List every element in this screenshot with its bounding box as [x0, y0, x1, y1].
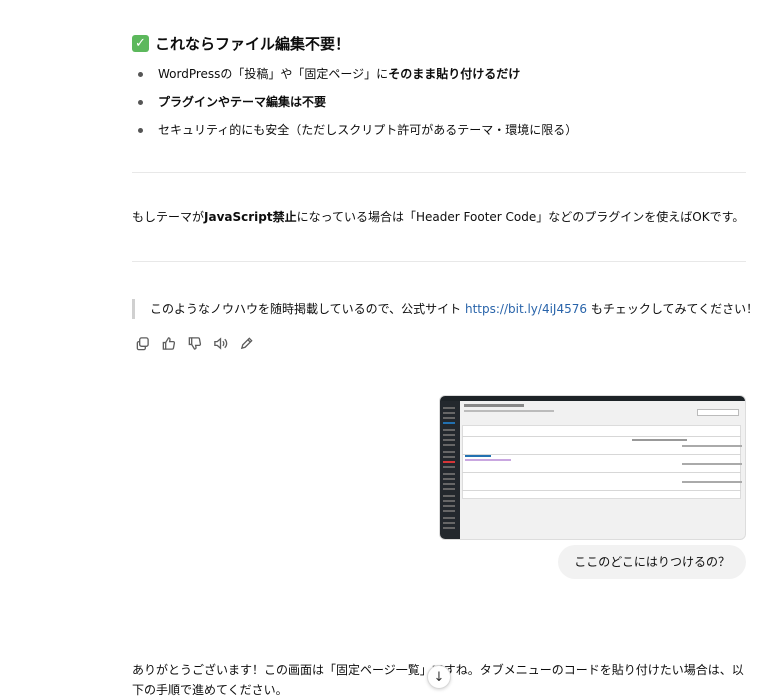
scroll-down-button[interactable]: ↓	[427, 665, 451, 689]
uploaded-screenshot[interactable]	[439, 395, 746, 540]
edit-button[interactable]	[236, 334, 256, 352]
section-heading: ✓ これならファイル編集不要！	[132, 32, 746, 54]
edit-icon	[240, 336, 253, 349]
list-item: プラグインやテーマ編集は不要	[132, 88, 746, 116]
copy-icon	[136, 336, 149, 350]
bad-response-button[interactable]	[184, 334, 204, 352]
list-item-text: セキュリティ的にも安全（ただしスクリプト許可があるテーマ・環境に限る）	[158, 123, 578, 137]
quote-text-end: もチェックしてみてください！	[587, 302, 759, 316]
note-text: もしテーマが	[132, 210, 205, 224]
blockquote: このようなノウハウを随時掲載しているので、公式サイト https://bit.l…	[132, 299, 758, 319]
note-bold: JavaScript禁止	[204, 210, 297, 224]
copy-button[interactable]	[132, 334, 152, 352]
thumbs-up-icon	[162, 336, 175, 350]
arrow-down-icon: ↓	[433, 669, 445, 685]
list-item-bold: そのまま貼り付けるだけ	[388, 67, 521, 81]
admin-sidebar	[440, 401, 460, 539]
thumbs-down-icon	[188, 336, 201, 350]
read-aloud-icon	[213, 336, 227, 350]
feature-list: WordPressの「投稿」や「固定ページ」にそのまま貼り付けるだけ プラグイン…	[132, 60, 746, 144]
user-message-bubble: ここのどこにはりつけるの？	[558, 545, 746, 579]
note-paragraph: もしテーマがJavaScript禁止になっている場合は「Header Foote…	[132, 208, 752, 226]
list-item-text: WordPressの「投稿」や「固定ページ」に	[158, 67, 389, 81]
divider	[132, 261, 746, 262]
list-item: WordPressの「投稿」や「固定ページ」にそのまま貼り付けるだけ	[132, 60, 746, 88]
message-actions	[132, 334, 256, 352]
section-heading-text: これならファイル編集不要！	[155, 34, 351, 53]
read-aloud-button[interactable]	[210, 334, 230, 352]
note-text-end: になっている場合は「Header Footer Code」などのプラグインを使え…	[296, 210, 745, 224]
list-item: セキュリティ的にも安全（ただしスクリプト許可があるテーマ・環境に限る）	[132, 116, 746, 144]
admin-bar	[440, 396, 745, 401]
divider	[132, 172, 746, 173]
official-site-link[interactable]: https://bit.ly/4iJ4576	[465, 302, 587, 316]
check-mark-icon: ✓	[132, 34, 149, 52]
good-response-button[interactable]	[158, 334, 178, 352]
pages-list-area	[462, 403, 745, 539]
quote-text: このようなノウハウを随時掲載しているので、公式サイト	[150, 302, 465, 316]
list-item-bold: プラグインやテーマ編集は不要	[158, 95, 327, 109]
